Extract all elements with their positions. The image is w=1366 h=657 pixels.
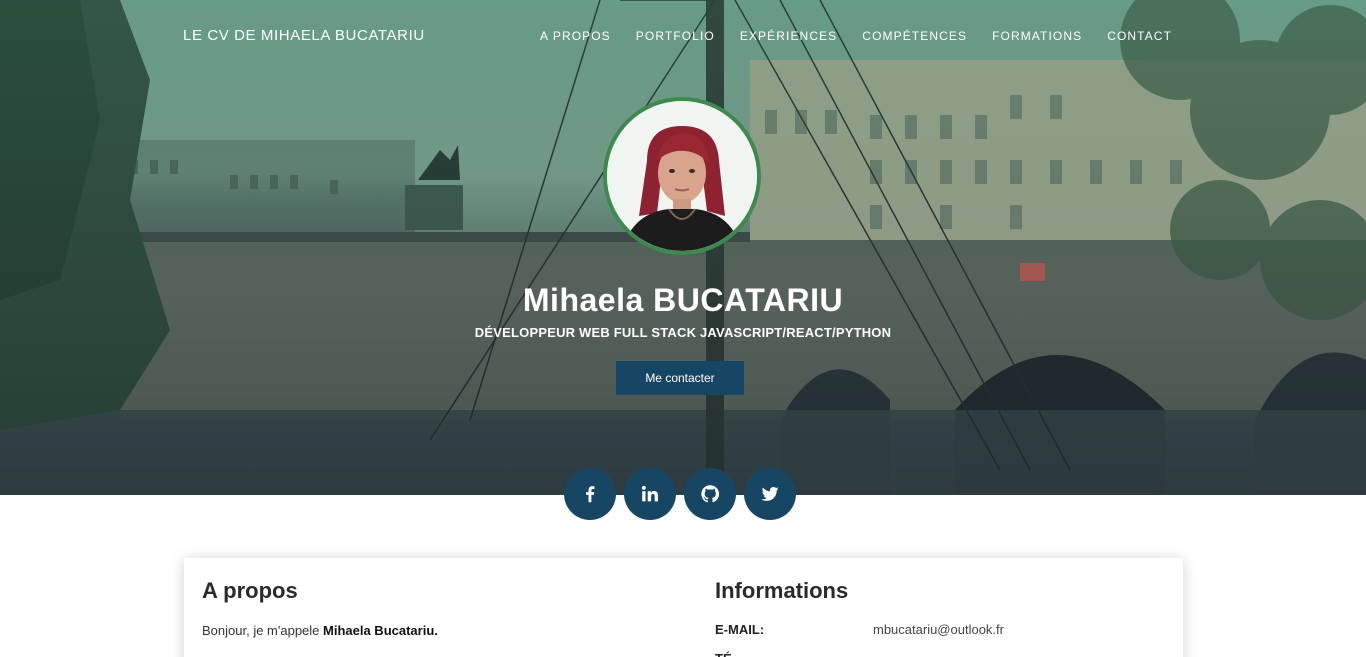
profile-photo (607, 101, 757, 251)
about-heading: A propos (202, 578, 298, 603)
nav-link-competences[interactable]: COMPÉTENCES (862, 29, 967, 43)
brand-link[interactable]: LE CV DE MIHAELA BUCATARIU (183, 27, 425, 44)
avatar (603, 97, 761, 255)
info-heading: Informations (715, 578, 849, 603)
twitter-icon (761, 486, 779, 501)
main-nav: A PROPOS PORTFOLIO EXPÉRIENCES COMPÉTENC… (540, 29, 1172, 43)
github-icon (701, 485, 720, 503)
social-links (564, 468, 796, 520)
nav-link-a-propos[interactable]: A PROPOS (540, 29, 611, 43)
hero-section: LE CV DE MIHAELA BUCATARIU A PROPOS PORT… (0, 0, 1366, 495)
email-label: E-MAIL: (715, 622, 765, 637)
linkedin-icon (641, 485, 658, 502)
twitter-button[interactable] (744, 468, 796, 520)
facebook-icon (586, 486, 595, 503)
about-card: A propos Bonjour, je m'appele Mihaela Bu… (184, 558, 1183, 657)
linkedin-button[interactable] (624, 468, 676, 520)
nav-link-contact[interactable]: CONTACT (1107, 29, 1172, 43)
about-intro-text: Bonjour, je m'appele (202, 623, 324, 638)
nav-link-formations[interactable]: FORMATIONS (992, 29, 1082, 43)
github-button[interactable] (684, 468, 736, 520)
nav-link-experiences[interactable]: EXPÉRIENCES (740, 29, 837, 43)
email-value[interactable]: mbucatariu@outlook.fr (873, 622, 1004, 637)
contact-button[interactable]: Me contacter (616, 361, 744, 395)
hero-name: Mihaela BUCATARIU (522, 282, 844, 318)
about-intro: Bonjour, je m'appele Mihaela Bucatariu. (202, 623, 438, 638)
hero-job-title: DÉVELOPPEUR WEB FULL STACK JAVASCRIPT/RE… (474, 325, 892, 340)
nav-link-portfolio[interactable]: PORTFOLIO (636, 29, 715, 43)
phone-label: TÉ (715, 651, 732, 657)
facebook-button[interactable] (564, 468, 616, 520)
about-intro-name: Mihaela Bucatariu. (323, 623, 438, 638)
